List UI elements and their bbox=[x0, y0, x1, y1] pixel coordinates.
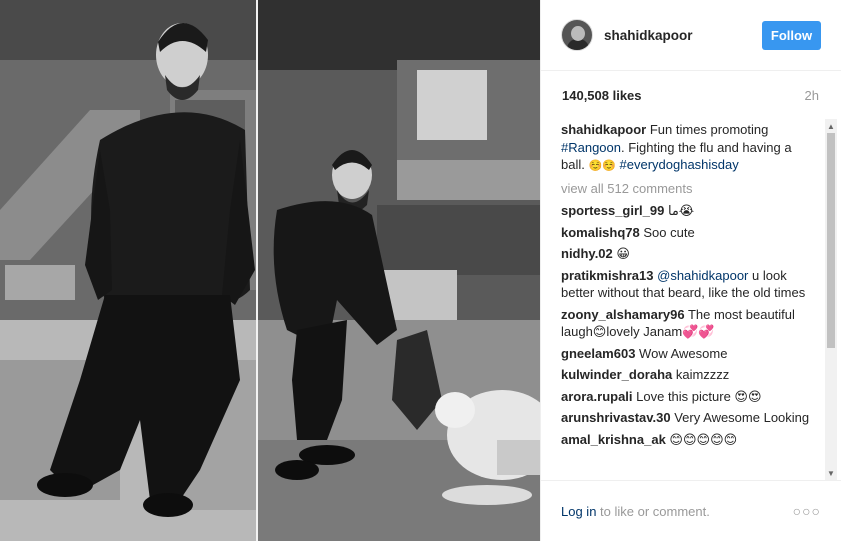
login-prompt: Log in to like or comment. bbox=[561, 504, 793, 519]
comments-scroll-area[interactable]: shahidkapoor Fun times promoting #Rangoo… bbox=[561, 119, 836, 480]
caption-username[interactable]: shahidkapoor bbox=[561, 122, 646, 137]
comment-text: Very Awesome Looking bbox=[670, 410, 810, 425]
follow-button[interactable]: Follow bbox=[762, 20, 821, 50]
photo-left-panel bbox=[0, 0, 257, 541]
comment-username[interactable]: nidhy.02 bbox=[561, 246, 613, 261]
comment-item: pratikmishra13 @shahidkapoor u look bett… bbox=[561, 267, 816, 302]
comment-item: kulwinder_doraha kaimzzzz bbox=[561, 366, 816, 384]
comment-item: zoony_alshamary96 The most beautiful lau… bbox=[561, 306, 816, 341]
comment-username[interactable]: sportess_girl_99 bbox=[561, 203, 664, 218]
post-header: shahidkapoor Follow bbox=[541, 0, 841, 71]
avatar-face bbox=[571, 26, 585, 41]
photo-right-panel bbox=[257, 0, 540, 541]
comment-username[interactable]: zoony_alshamary96 bbox=[561, 307, 685, 322]
photo-divider bbox=[256, 0, 258, 541]
comment-username[interactable]: pratikmishra13 bbox=[561, 268, 654, 283]
comment-text: 😀 bbox=[612, 246, 630, 261]
comment-text: kaimzzzz bbox=[672, 367, 730, 382]
comment-item: nidhy.02 😀 bbox=[561, 245, 816, 263]
photo-left-scene bbox=[0, 0, 257, 541]
comment-username[interactable]: amal_krishna_ak bbox=[561, 432, 666, 447]
login-link[interactable]: Log in bbox=[561, 504, 596, 519]
hashtag-rangoon[interactable]: #Rangoon bbox=[561, 140, 621, 155]
scroll-up-arrow-icon[interactable]: ▲ bbox=[825, 119, 837, 133]
avatar[interactable] bbox=[561, 19, 593, 51]
login-prompt-text: to like or comment. bbox=[596, 503, 710, 519]
comment-item: arora.rupali Love this picture 😍😍 bbox=[561, 388, 816, 406]
comment-panel: shahidkapoor Follow 140,508 likes 2h sha… bbox=[540, 0, 841, 541]
scroll-thumb[interactable] bbox=[827, 133, 835, 348]
comment-item: amal_krishna_ak 😊😊😊😊😊 bbox=[561, 431, 816, 449]
comment-username[interactable]: komalishq78 bbox=[561, 225, 640, 240]
scroll-down-arrow-icon[interactable]: ▼ bbox=[825, 466, 837, 480]
comments-list: shahidkapoor Fun times promoting #Rangoo… bbox=[561, 121, 816, 448]
comment-username[interactable]: kulwinder_doraha bbox=[561, 367, 672, 382]
likes-row: 140,508 likes 2h bbox=[541, 71, 841, 119]
comment-text: 😊😊😊😊😊 bbox=[665, 431, 738, 447]
comment-item: gneelam603 Wow Awesome bbox=[561, 345, 816, 363]
more-options-icon[interactable]: ○○○ bbox=[793, 503, 821, 519]
comment-text: Soo cute bbox=[639, 224, 695, 240]
comment-item: arunshrivastav.30 Very Awesome Looking bbox=[561, 409, 816, 427]
comment-mention[interactable]: @shahidkapoor bbox=[657, 268, 748, 283]
post-footer: Log in to like or comment. ○○○ bbox=[541, 480, 841, 541]
comment-text: Love this picture 😍😍 bbox=[632, 388, 762, 404]
post-time[interactable]: 2h bbox=[805, 88, 819, 103]
view-all-comments-link[interactable]: view all 512 comments bbox=[561, 180, 816, 198]
post-photo[interactable] bbox=[0, 0, 540, 541]
comment-username[interactable]: arunshrivastav.30 bbox=[561, 410, 671, 425]
caption: shahidkapoor Fun times promoting #Rangoo… bbox=[561, 121, 816, 175]
header-username[interactable]: shahidkapoor bbox=[604, 28, 762, 43]
likes-count[interactable]: 140,508 likes bbox=[562, 88, 642, 103]
comment-text: Wow Awesome bbox=[635, 345, 728, 361]
caption-emoji: ☺️☺️ bbox=[588, 159, 616, 172]
comment-item: sportess_girl_99 ما😭 bbox=[561, 202, 816, 220]
hashtag-everydog[interactable]: #everydoghashisday bbox=[620, 157, 739, 172]
instagram-post: shahidkapoor Follow 140,508 likes 2h sha… bbox=[0, 0, 841, 541]
comment-text: ما😭 bbox=[664, 203, 695, 218]
photo-right-scene bbox=[257, 0, 540, 541]
comments-scrollbar[interactable]: ▲ ▼ bbox=[825, 119, 837, 480]
caption-text-1: Fun times promoting bbox=[646, 122, 769, 137]
comment-item: komalishq78 Soo cute bbox=[561, 224, 816, 242]
comment-username[interactable]: gneelam603 bbox=[561, 346, 635, 361]
comment-username[interactable]: arora.rupali bbox=[561, 389, 633, 404]
